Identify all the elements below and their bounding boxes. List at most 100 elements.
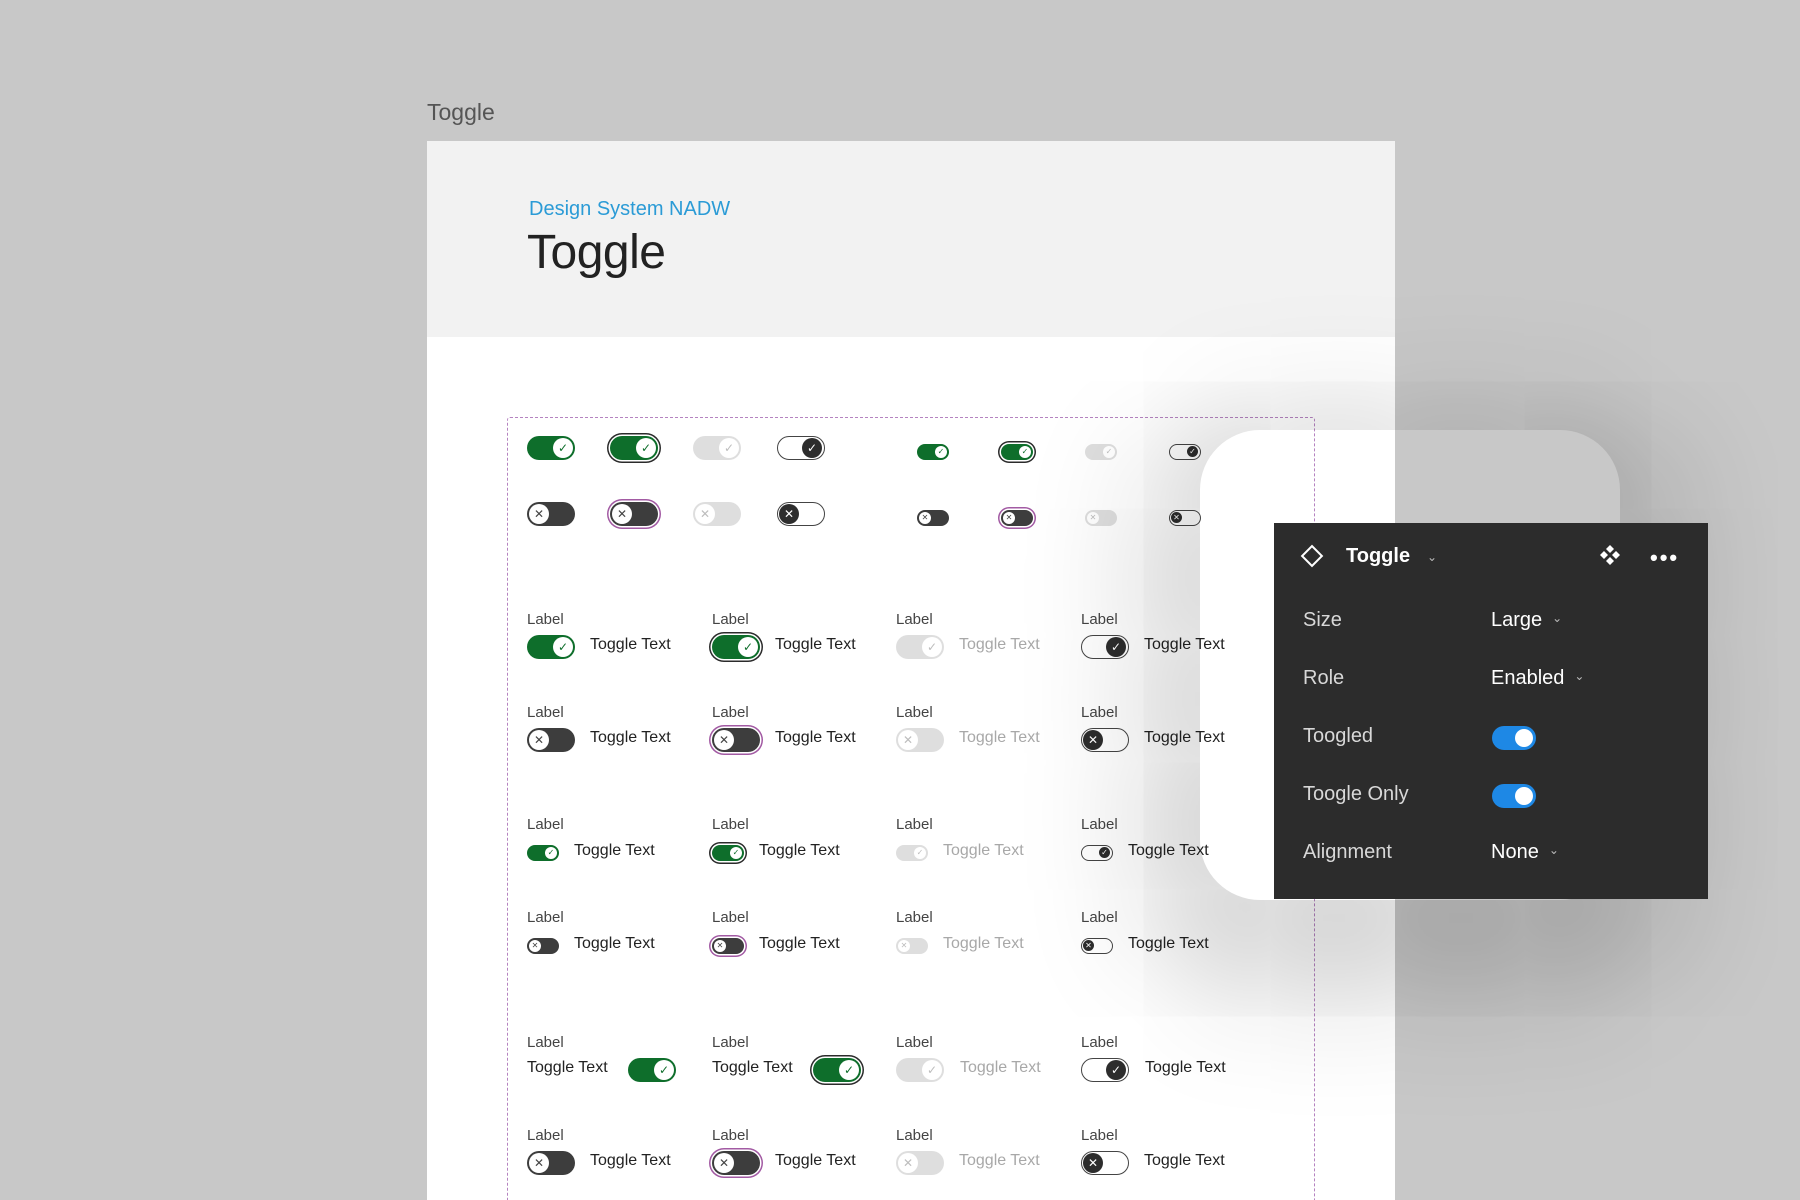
toggle-switch-on[interactable]: ✓ — [527, 436, 575, 460]
check-icon: ✓ — [922, 1060, 942, 1080]
field-label: Label — [712, 611, 749, 628]
toggle-text: Toggle Text — [759, 842, 840, 859]
toggle-switch-on[interactable]: ✓ — [1081, 1058, 1129, 1082]
toggle-switch-on[interactable]: ✓ — [917, 444, 949, 460]
toggle-switch-off[interactable]: ✕ — [777, 502, 825, 526]
field-label: Label — [1081, 1034, 1118, 1051]
toggle-text: Toggle Text — [959, 729, 1040, 746]
toggle-switch-on: ✓ — [693, 436, 741, 460]
component-instance-icon[interactable] — [1598, 543, 1622, 567]
toggle-switch-off[interactable]: ✕ — [527, 502, 575, 526]
x-icon: ✕ — [1083, 730, 1103, 750]
toggle-switch-off[interactable]: ✕ — [527, 1151, 575, 1175]
toggle-switch-off[interactable]: ✕ — [712, 1151, 760, 1175]
toggled-label: Toogled — [1303, 725, 1374, 747]
check-icon: ✓ — [719, 438, 739, 458]
toggle-switch-off[interactable]: ✕ — [1001, 510, 1033, 526]
toggled-switch[interactable] — [1492, 726, 1536, 750]
toggle-switch-off[interactable]: ✕ — [1169, 510, 1201, 526]
toggle-switch-on[interactable]: ✓ — [777, 436, 825, 460]
size-label: Size — [1303, 609, 1342, 631]
toggle-switch-on[interactable]: ✓ — [813, 1058, 861, 1082]
check-icon: ✓ — [935, 446, 947, 458]
page-title: Toggle — [527, 226, 666, 279]
toggle-only-switch[interactable] — [1492, 784, 1536, 808]
more-horizontal-icon[interactable]: ••• — [1650, 545, 1679, 571]
panel-title[interactable]: Toggle — [1346, 545, 1410, 568]
check-icon: ✓ — [636, 438, 656, 458]
field-label: Label — [527, 704, 564, 721]
toggle-switch-off[interactable]: ✕ — [712, 938, 744, 954]
toggle-switch-off[interactable]: ✕ — [610, 502, 658, 526]
toggle-text: Toggle Text — [712, 1059, 793, 1076]
alignment-dropdown[interactable]: None ⌄ — [1491, 841, 1559, 864]
toggle-text: Toggle Text — [959, 636, 1040, 653]
toggle-switch-on[interactable]: ✓ — [628, 1058, 676, 1082]
toggle-text: Toggle Text — [775, 636, 856, 653]
toggle-switch-on[interactable]: ✓ — [1081, 845, 1113, 861]
toggle-switch-on[interactable]: ✓ — [1169, 444, 1201, 460]
x-icon: ✕ — [612, 504, 632, 524]
field-label: Label — [896, 611, 933, 628]
toggle-switch-on[interactable]: ✓ — [610, 436, 658, 460]
check-icon: ✓ — [730, 847, 742, 859]
toggle-switch-off: ✕ — [693, 502, 741, 526]
toggle-switch-off[interactable]: ✕ — [1081, 1151, 1129, 1175]
toggle-switch-on[interactable]: ✓ — [712, 845, 744, 861]
x-icon: ✕ — [1083, 940, 1094, 951]
x-icon: ✕ — [714, 730, 734, 750]
toggle-text: Toggle Text — [574, 842, 655, 859]
x-icon: ✕ — [1171, 512, 1182, 523]
toggle-text: Toggle Text — [590, 1152, 671, 1169]
role-dropdown[interactable]: Enabled ⌄ — [1491, 667, 1584, 690]
toggle-switch-off[interactable]: ✕ — [1081, 938, 1113, 954]
x-icon: ✕ — [529, 730, 549, 750]
field-label: Label — [712, 816, 749, 833]
field-label: Label — [1081, 816, 1118, 833]
design-system-name: Design System NADW — [529, 198, 731, 220]
toggle-text: Toggle Text — [527, 1059, 608, 1076]
toggle-text: Toggle Text — [1128, 842, 1209, 859]
toggle-text: Toggle Text — [775, 1152, 856, 1169]
x-icon: ✕ — [529, 1153, 549, 1173]
toggle-text: Toggle Text — [943, 935, 1024, 952]
toggle-switch-off[interactable]: ✕ — [527, 938, 559, 954]
chevron-down-icon: ⌄ — [1574, 669, 1585, 683]
toggle-switch-on[interactable]: ✓ — [1001, 444, 1033, 460]
toggle-switch-on[interactable]: ✓ — [1081, 635, 1129, 659]
field-label: Label — [896, 1127, 933, 1144]
toggle-text: Toggle Text — [1145, 1059, 1226, 1076]
chevron-down-icon[interactable]: ⌄ — [1427, 550, 1437, 564]
x-icon: ✕ — [1087, 512, 1099, 524]
panel-header: Toggle ⌄ ••• — [1274, 523, 1708, 589]
size-dropdown[interactable]: Large ⌄ — [1491, 609, 1562, 632]
frame-label[interactable]: Toggle — [427, 99, 495, 126]
field-label: Label — [896, 704, 933, 721]
field-label: Label — [527, 816, 564, 833]
x-icon: ✕ — [1003, 512, 1015, 524]
field-label: Label — [896, 909, 933, 926]
x-icon: ✕ — [919, 512, 931, 524]
check-icon: ✓ — [553, 637, 573, 657]
toggle-switch-off: ✕ — [896, 728, 944, 752]
check-icon: ✓ — [1099, 847, 1110, 858]
toggle-text: Toggle Text — [590, 729, 671, 746]
toggle-switch-off[interactable]: ✕ — [917, 510, 949, 526]
toggle-switch-off[interactable]: ✕ — [712, 728, 760, 752]
role-label: Role — [1303, 667, 1345, 689]
field-label: Label — [527, 1034, 564, 1051]
toggle-switch-on[interactable]: ✓ — [527, 635, 575, 659]
toggle-text: Toggle Text — [943, 842, 1024, 859]
toggle-switch-on[interactable]: ✓ — [712, 635, 760, 659]
toggle-switch-off: ✕ — [896, 938, 928, 954]
check-icon: ✓ — [1187, 446, 1198, 457]
check-icon: ✓ — [839, 1060, 859, 1080]
check-icon: ✓ — [802, 438, 822, 458]
toggle-switch-off[interactable]: ✕ — [1081, 728, 1129, 752]
diamond-icon — [1300, 544, 1324, 568]
toggle-switch-off[interactable]: ✕ — [527, 728, 575, 752]
toggle-component-set[interactable] — [507, 417, 1315, 1200]
toggle-switch-on[interactable]: ✓ — [527, 845, 559, 861]
toggle-text: Toggle Text — [574, 935, 655, 952]
toggle-text: Toggle Text — [959, 1152, 1040, 1169]
